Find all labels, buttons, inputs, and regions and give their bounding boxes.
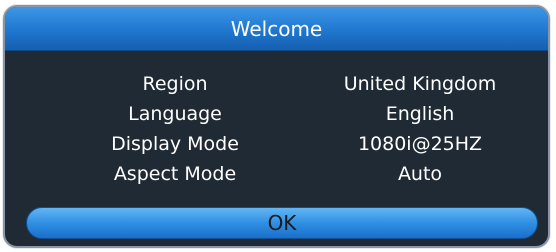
language-value[interactable]: English bbox=[310, 103, 530, 125]
display-mode-value[interactable]: 1080i@25HZ bbox=[310, 133, 530, 155]
aspect-mode-value[interactable]: Auto bbox=[310, 163, 530, 185]
region-value[interactable]: United Kingdom bbox=[310, 73, 530, 95]
ok-button[interactable]: OK bbox=[26, 207, 538, 239]
setting-row-display-mode[interactable]: Display Mode 1080i@25HZ bbox=[5, 129, 548, 159]
aspect-mode-label: Aspect Mode bbox=[113, 163, 237, 185]
setting-row-language[interactable]: Language English bbox=[5, 99, 548, 129]
setting-row-region[interactable]: Region United Kingdom bbox=[5, 69, 548, 99]
dialog-title-bar: Welcome bbox=[5, 7, 548, 51]
region-label: Region bbox=[142, 73, 208, 95]
settings-list: Region United Kingdom Language English D… bbox=[5, 69, 548, 189]
language-label: Language bbox=[128, 103, 222, 125]
display-mode-label: Display Mode bbox=[111, 133, 239, 155]
ok-button-label: OK bbox=[267, 211, 297, 235]
welcome-dialog: Welcome Region United Kingdom Language E… bbox=[3, 5, 550, 248]
setting-row-aspect-mode[interactable]: Aspect Mode Auto bbox=[5, 159, 548, 189]
dialog-title: Welcome bbox=[230, 16, 323, 41]
